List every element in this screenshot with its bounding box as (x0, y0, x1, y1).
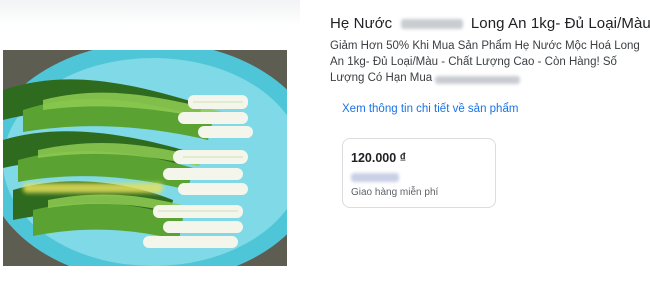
redacted-brand (400, 19, 463, 30)
product-title-end: Long An 1kg- Đủ Loại/Màu - Chấ... (470, 15, 650, 32)
product-title-start: Hẹ Nước (330, 15, 393, 32)
product-photo (3, 50, 287, 266)
top-strip (0, 0, 300, 26)
price-card[interactable]: 120.000 ₫ Giao hàng miễn phí (342, 138, 496, 208)
shipping-info: Giao hàng miễn phí (351, 187, 439, 198)
redacted-description (435, 75, 521, 84)
product-image[interactable] (3, 50, 287, 266)
product-details-link[interactable]: Xem thông tin chi tiết về sản phẩm (342, 103, 518, 115)
redacted-seller (351, 173, 399, 182)
product-description: Giảm Hơn 50% Khi Mua Sản Phẩm Hẹ Nước Mộ… (330, 38, 648, 86)
product-title[interactable]: Hẹ Nước Long An 1kg- Đủ Loại/Màu - Chấ..… (330, 15, 650, 32)
watermark-blur (23, 183, 163, 193)
price-value: 120.000 ₫ (351, 151, 407, 165)
